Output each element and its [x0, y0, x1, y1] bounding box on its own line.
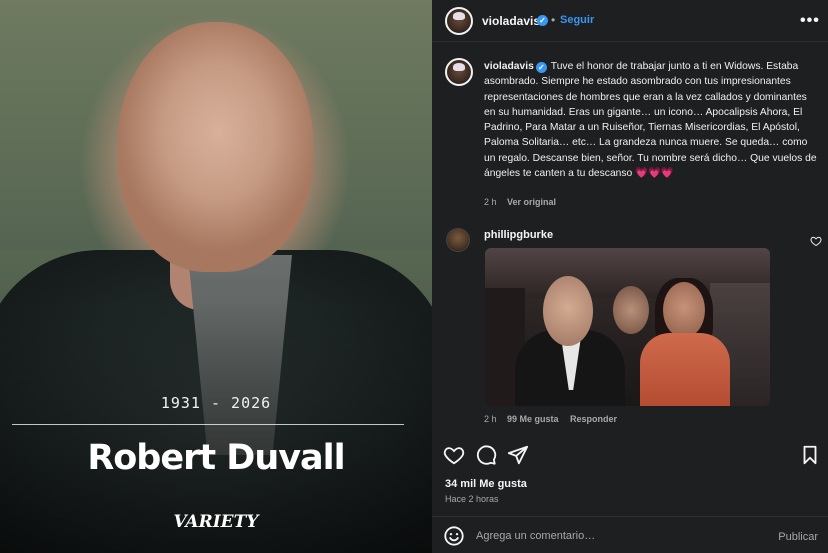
gif-woman-face [663, 282, 705, 338]
publish-button[interactable]: Publicar [778, 531, 818, 543]
gif-man-face [543, 276, 593, 346]
posted-time: Hace 2 horas [445, 494, 499, 504]
emoji-smiley-icon[interactable] [443, 525, 465, 547]
post-image[interactable]: 1931 - 2026 Robert Duvall VARIETY [0, 0, 432, 553]
post-header: violadavis ✓ • Seguir ••• [432, 0, 828, 42]
commenter-avatar[interactable] [446, 228, 470, 252]
comment-like-heart-icon[interactable] [810, 234, 822, 247]
follow-button[interactable]: Seguir [560, 14, 594, 26]
instagram-post: 1931 - 2026 Robert Duvall VARIETY violad… [0, 0, 828, 553]
more-options-icon[interactable]: ••• [800, 12, 820, 30]
verified-badge-icon: ✓ [537, 15, 548, 26]
comment-gif-image[interactable] [485, 248, 770, 406]
reply-button[interactable]: Responder [570, 414, 617, 424]
commenter-username[interactable]: phillipgburke [484, 229, 553, 241]
caption-time: 2 h [484, 197, 497, 207]
heart-emojis: 💗💗💗 [635, 168, 674, 180]
life-years: 1931 - 2026 [160, 394, 272, 412]
comment-time: 2 h [484, 414, 497, 424]
caption-verified-icon: ✓ [535, 62, 547, 73]
comment-likes[interactable]: 99 Me gusta [507, 414, 559, 424]
comment-input[interactable] [476, 526, 766, 546]
gif-background-person [613, 286, 649, 334]
comment-bubble-icon[interactable] [475, 444, 497, 466]
variety-logo: VARIETY [173, 512, 259, 532]
comment-composer: Publicar [432, 516, 828, 553]
separator-dot: • [551, 13, 556, 27]
share-send-icon[interactable] [507, 444, 529, 466]
save-bookmark-icon[interactable] [799, 444, 821, 466]
gif-woman-dress [640, 333, 730, 406]
author-username[interactable]: violadavis [482, 14, 540, 28]
caption-avatar[interactable] [445, 58, 473, 86]
author-avatar[interactable] [445, 7, 473, 35]
like-heart-icon[interactable] [443, 444, 465, 466]
post-side-panel: violadavis ✓ • Seguir ••• violadavis ✓ Tuv… [432, 0, 828, 553]
post-caption: violadavis ✓ Tuve el honor de trabajar jun… [484, 59, 818, 181]
tribute-name: Robert Duvall [87, 438, 345, 478]
caption-body: Tuve el honor de trabajar junto a ti en … [484, 61, 817, 180]
caption-username[interactable]: violadavis [484, 61, 534, 72]
likes-count[interactable]: 34 mil Me gusta [445, 478, 527, 490]
divider-line [12, 424, 404, 425]
see-original-link[interactable]: Ver original [507, 197, 556, 207]
